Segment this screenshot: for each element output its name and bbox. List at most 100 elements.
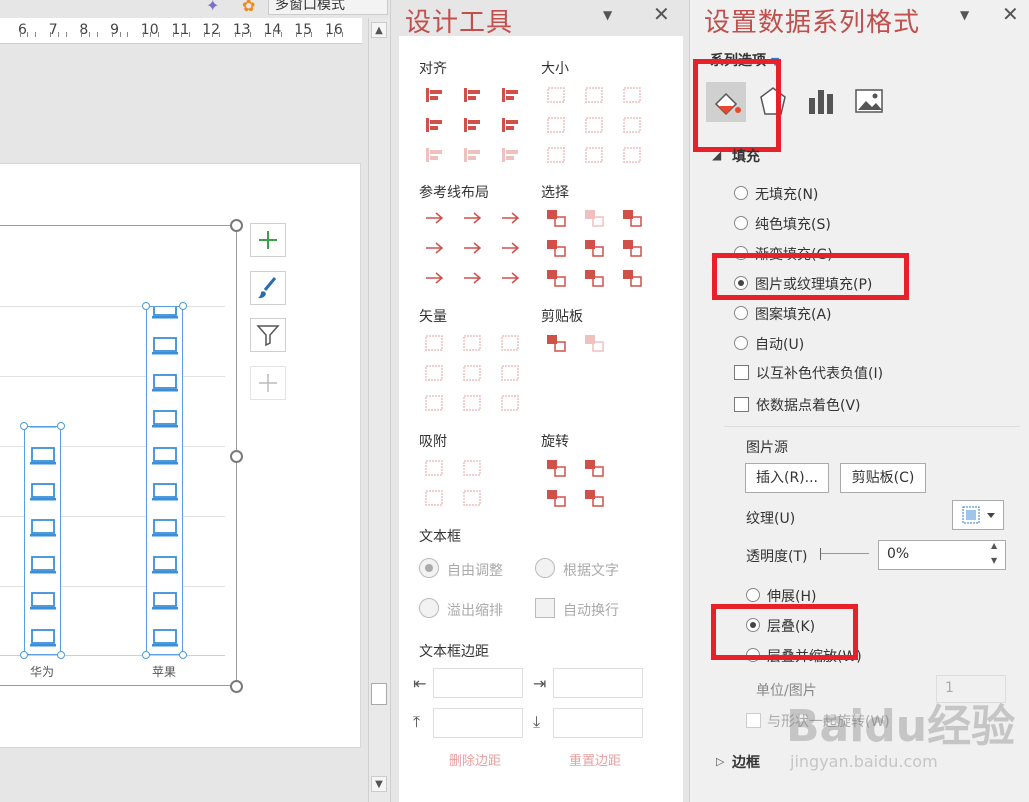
ruler-tick [81,32,83,37]
chart-styles-button[interactable] [250,271,286,305]
flower-icon[interactable]: ✿ [242,0,255,15]
picture-tab[interactable] [854,86,884,122]
align-tool-icon[interactable] [461,85,483,105]
select-tool-icon[interactable] [621,268,643,288]
ruler-tick [188,32,190,37]
spin-up-icon[interactable]: ▲ [991,541,997,550]
guide-tool-icon[interactable] [423,268,445,288]
select-tool-icon[interactable] [545,238,567,258]
bar-selection-handle[interactable] [179,651,187,659]
chart-elements-button[interactable] [250,223,286,257]
transparency-input[interactable]: 0% ▲ ▼ [878,540,1006,570]
series-options-tab[interactable] [806,84,836,124]
select-tool-icon[interactable] [621,238,643,258]
chart-bar[interactable] [146,305,183,655]
bar-selection-handle[interactable] [57,421,65,430]
panel-menu-chevron-icon[interactable]: ▼ [960,8,969,22]
select-tool-icon[interactable] [545,208,567,228]
transparency-slider[interactable] [821,553,869,554]
resize-handle[interactable] [230,219,243,232]
select-tool-icon[interactable] [545,268,567,288]
ruler-tick [242,32,244,37]
texture-picker[interactable] [952,500,1004,530]
align-tool-icon [461,145,483,165]
invert-negative-label: 以互补色代表负值(I) [756,366,884,382]
select-tool-icon[interactable] [583,238,605,258]
ruler-tick [311,32,313,37]
bar-selection-handle[interactable] [179,301,187,310]
fill-option-radio[interactable] [734,216,748,230]
chart-frame[interactable]: 华为 苹果 [0,219,243,693]
bar-selection-handle[interactable] [142,651,150,659]
watermark: Baidu经验 jingyan.baidu.com [786,690,1026,780]
scroll-down-button[interactable]: ▼ [371,776,387,792]
fill-option-label: 纯色填充(S) [755,217,831,233]
guide-tool-icon[interactable] [423,238,445,258]
margin-bottom-input [553,708,643,738]
clipboard-button[interactable]: 剪贴板(C) [840,463,926,493]
slider-thumb[interactable] [820,548,821,560]
align-tool-icon[interactable] [499,115,521,135]
border-section-label[interactable]: 边框 [732,752,760,772]
vector-tool-icon [461,333,483,353]
scroll-thumb[interactable] [371,683,387,705]
bar-selection-handle[interactable] [57,651,65,659]
select-tool-icon[interactable] [583,268,605,288]
vary-colors-checkbox[interactable] [734,397,749,412]
align-tool-icon[interactable] [499,85,521,105]
expand-triangle-icon[interactable]: ▷ [716,755,724,768]
rotate-tool-icon[interactable] [583,458,605,478]
guide-tool-icon[interactable] [461,238,483,258]
align-tool-icon[interactable] [461,115,483,135]
ruler-tick [342,32,344,37]
rotate-tool-icon[interactable] [583,488,605,508]
margin-top-icon: ⤒ [413,712,421,731]
guide-tool-icon[interactable] [499,268,521,288]
select-tool-icon[interactable] [621,208,643,228]
scroll-up-button[interactable]: ▲ [371,22,387,38]
close-icon[interactable]: ✕ [653,2,670,26]
insert-picture-button[interactable]: 插入(R)... [745,463,829,493]
chart-filter-button[interactable] [250,318,286,352]
spin-down-icon[interactable]: ▼ [991,556,997,565]
bar-selection-handle[interactable] [142,301,150,310]
stretch-radio[interactable] [746,588,760,602]
bar-selection-handle[interactable] [20,651,28,659]
vector-tool-icon [423,363,445,383]
multi-window-button[interactable]: 多窗口模式 [268,0,388,15]
resize-handle[interactable] [230,450,243,463]
collapse-triangle-icon[interactable]: ◢ [712,148,721,162]
size-tool-icon [545,145,567,165]
wrap-label: 自动换行 [563,603,619,619]
rotate-tool-icon[interactable] [545,458,567,478]
magic-icon[interactable]: ✦ [206,0,219,15]
guide-tool-icon[interactable] [499,238,521,258]
fill-option-radio[interactable] [734,336,748,350]
clipboard-tool-icon[interactable] [545,333,567,353]
ruler-tick [58,32,60,37]
vector-tool-icon [423,393,445,413]
design-tools-body: 对齐 大小 参考线布局 选择 矢量 剪贴板 吸附 旋转 文本框 文本框边距 自由… [399,36,683,802]
guide-tool-icon[interactable] [461,268,483,288]
vertical-scrollbar[interactable]: ▲ ▼ [368,18,390,802]
resize-handle[interactable] [230,680,243,693]
align-tool-icon[interactable] [423,115,445,135]
laptop-icon [30,446,56,465]
snap-tool-icon [461,488,483,508]
chart-bar[interactable] [24,425,61,655]
guide-tool-icon[interactable] [423,208,445,228]
close-icon[interactable]: ✕ [1002,2,1019,26]
highlight-box-picture-fill [712,253,909,300]
invert-negative-checkbox[interactable] [734,365,749,380]
guide-tool-icon[interactable] [499,208,521,228]
margin-bottom-icon: ⤓ [533,712,541,731]
align-tool-icon[interactable] [423,85,445,105]
panel-menu-chevron-icon[interactable]: ▼ [603,8,612,22]
fill-option-radio[interactable] [734,186,748,200]
guide-tool-icon[interactable] [461,208,483,228]
ruler-tick [334,32,336,37]
ruler-tick [280,32,282,37]
fill-option-radio[interactable] [734,306,748,320]
rotate-tool-icon[interactable] [545,488,567,508]
bar-selection-handle[interactable] [20,421,28,430]
